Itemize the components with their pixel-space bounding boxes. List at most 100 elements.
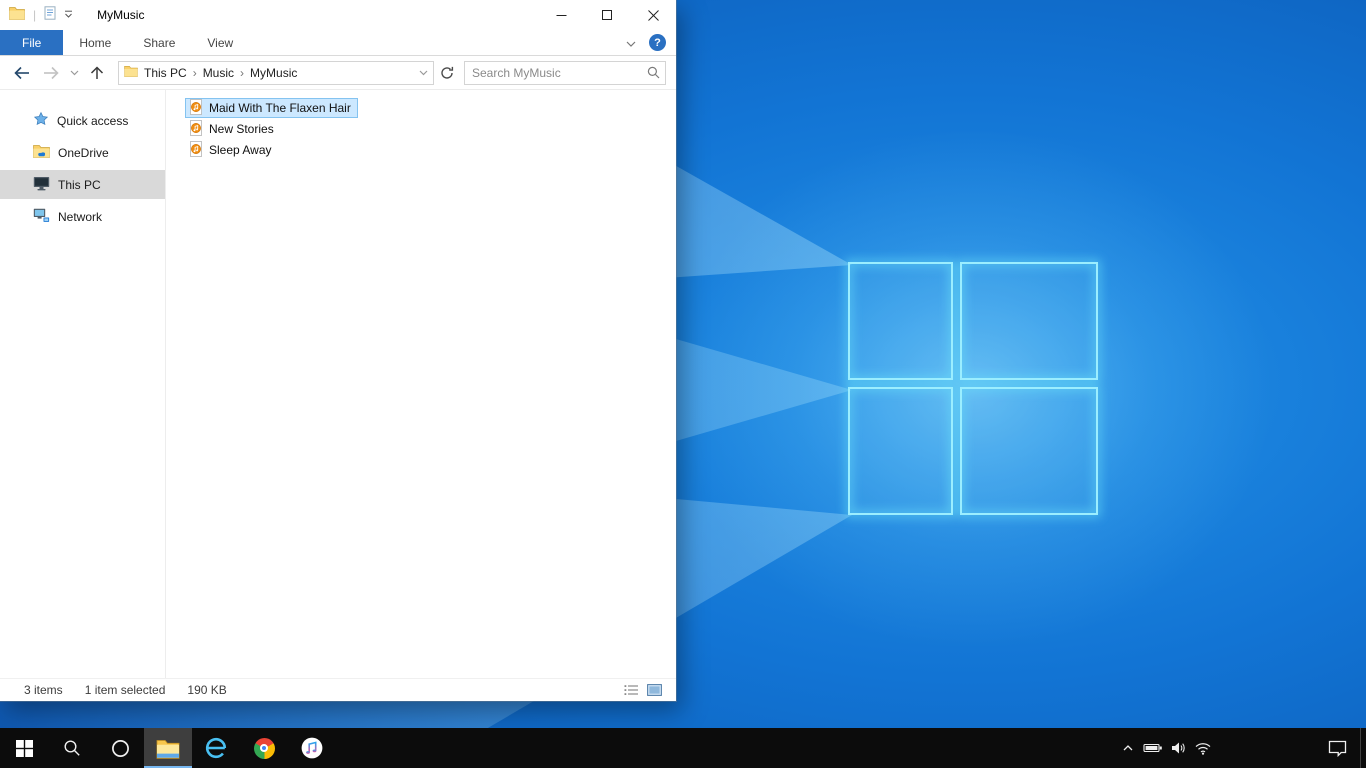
- up-button[interactable]: [82, 59, 112, 87]
- file-name: Sleep Away: [209, 143, 272, 157]
- folder-icon[interactable]: [9, 6, 25, 25]
- search-input[interactable]: [465, 65, 641, 80]
- refresh-icon: [441, 66, 454, 79]
- windows-start-icon: [15, 739, 33, 757]
- maximize-button[interactable]: [584, 0, 630, 30]
- expand-ribbon-chevron-icon[interactable]: [626, 34, 636, 52]
- ribbon-tab-strip: File Home Share View ?: [0, 30, 676, 56]
- thumbnail-view-icon: [647, 684, 662, 696]
- file-row-maid-with-the-flaxen-hair[interactable]: Maid With The Flaxen Hair: [185, 98, 358, 118]
- internet-explorer-icon: [205, 737, 227, 759]
- chevron-down-icon: [419, 70, 427, 75]
- qat-page-icon[interactable]: [44, 5, 56, 25]
- forward-button[interactable]: [36, 59, 66, 87]
- sidebar-item-this-pc[interactable]: This PC: [0, 170, 165, 199]
- start-button[interactable]: [0, 728, 48, 768]
- system-tray: [1115, 728, 1215, 768]
- search-button[interactable]: [641, 62, 665, 84]
- action-center-button[interactable]: [1315, 728, 1360, 768]
- wifi-button[interactable]: [1190, 728, 1215, 768]
- file-row-sleep-away[interactable]: Sleep Away: [185, 140, 279, 160]
- window-title: MyMusic: [97, 8, 145, 22]
- chrome-icon: [253, 737, 275, 759]
- volume-icon: [1171, 742, 1185, 754]
- back-button[interactable]: [6, 59, 36, 87]
- selection-size: 190 KB: [187, 683, 227, 697]
- refresh-button[interactable]: [436, 61, 458, 85]
- file-row-new-stories[interactable]: New Stories: [185, 119, 281, 139]
- maximize-icon: [602, 10, 612, 20]
- item-count: 3 items: [24, 683, 63, 697]
- details-view-icon: [624, 685, 638, 695]
- itunes-icon: [301, 737, 323, 759]
- tab-view[interactable]: View: [191, 30, 249, 55]
- details-view-button[interactable]: [624, 684, 639, 696]
- file-explorer-window: | MyMusic File Home Share View ? This PC…: [0, 0, 676, 701]
- search-icon: [64, 740, 80, 756]
- tab-home[interactable]: Home: [63, 30, 127, 55]
- up-arrow-icon: [90, 66, 104, 79]
- breadcrumb-mymusic[interactable]: MyMusic: [244, 66, 303, 80]
- sidebar-item-quick-access[interactable]: Quick access: [0, 106, 165, 135]
- tab-share[interactable]: Share: [127, 30, 191, 55]
- sidebar-item-label: This PC: [58, 177, 101, 192]
- taskbar-cortana-button[interactable]: [96, 728, 144, 768]
- taskbar-itunes-button[interactable]: [288, 728, 336, 768]
- qat-divider: |: [33, 8, 37, 22]
- tab-file[interactable]: File: [0, 30, 64, 55]
- search-box: [464, 60, 666, 85]
- selection-count: 1 item selected: [84, 683, 166, 697]
- qat-customize-chevron-icon[interactable]: [64, 6, 73, 24]
- close-icon: [647, 9, 659, 21]
- music-file-icon: [188, 119, 204, 139]
- sidebar-item-label: OneDrive: [58, 145, 109, 160]
- status-bar: 3 items 1 item selected 190 KB: [0, 678, 676, 701]
- file-name: Maid With The Flaxen Hair: [209, 101, 351, 115]
- address-bar[interactable]: This PC › Music › MyMusic: [118, 60, 434, 85]
- music-file-icon: [188, 98, 204, 118]
- chevron-down-icon: [70, 70, 78, 75]
- cortana-icon: [111, 739, 129, 757]
- volume-button[interactable]: [1165, 728, 1190, 768]
- chevron-up-icon: [1123, 745, 1132, 751]
- sidebar-item-label: Quick access: [57, 113, 129, 128]
- breadcrumb-music[interactable]: Music: [197, 66, 240, 80]
- forward-arrow-icon: [43, 66, 59, 79]
- taskbar-file-explorer-button[interactable]: [144, 728, 192, 768]
- wifi-icon: [1195, 742, 1210, 755]
- computer-icon: [33, 176, 50, 194]
- close-button[interactable]: [630, 0, 676, 30]
- hidden-icons-button[interactable]: [1115, 728, 1140, 768]
- taskbar-chrome-button[interactable]: [240, 728, 288, 768]
- sidebar-item-onedrive[interactable]: OneDrive: [0, 138, 165, 167]
- minimize-button[interactable]: [538, 0, 584, 30]
- titlebar[interactable]: | MyMusic: [0, 0, 676, 30]
- star-icon: [33, 111, 49, 130]
- breadcrumb-this-pc[interactable]: This PC: [138, 66, 193, 80]
- navigation-pane: Quick access OneDrive This PC Network: [0, 90, 166, 678]
- battery-icon: [1142, 743, 1162, 753]
- file-list: Maid With The Flaxen Hair New Stories Sl…: [166, 90, 676, 678]
- file-name: New Stories: [209, 122, 274, 136]
- address-dropdown-button[interactable]: [413, 62, 433, 84]
- file-explorer-icon: [156, 739, 180, 759]
- taskbar: [0, 728, 1366, 768]
- action-center-icon: [1328, 740, 1347, 757]
- back-arrow-icon: [13, 66, 29, 79]
- show-desktop-button[interactable]: [1360, 728, 1366, 768]
- search-icon: [647, 66, 659, 79]
- network-icon: [33, 208, 50, 226]
- minimize-icon: [556, 14, 566, 16]
- windows-logo: [848, 262, 1098, 515]
- taskbar-search-button[interactable]: [48, 728, 96, 768]
- music-file-icon: [188, 140, 204, 160]
- recent-locations-button[interactable]: [66, 59, 82, 87]
- navigation-bar: This PC › Music › MyMusic: [0, 56, 676, 90]
- onedrive-folder-icon: [33, 144, 50, 161]
- help-icon[interactable]: ?: [649, 34, 666, 51]
- thumbnail-view-button[interactable]: [647, 684, 662, 696]
- battery-button[interactable]: [1140, 728, 1165, 768]
- address-folder-icon: [124, 65, 138, 80]
- taskbar-internet-explorer-button[interactable]: [192, 728, 240, 768]
- sidebar-item-network[interactable]: Network: [0, 202, 165, 231]
